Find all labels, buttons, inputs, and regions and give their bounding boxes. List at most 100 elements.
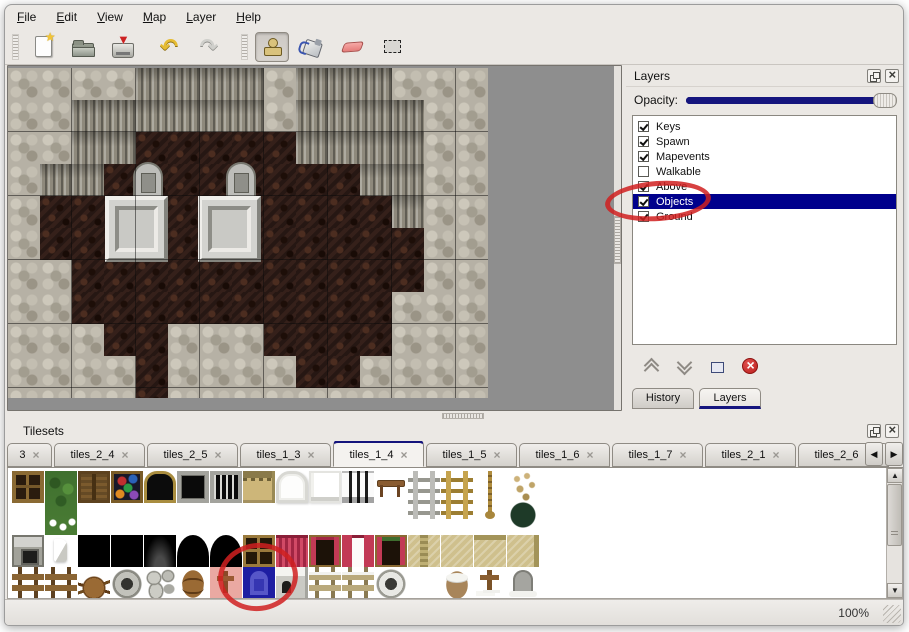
map-tile-floor[interactable]	[360, 260, 392, 292]
map-tile-rock[interactable]	[424, 356, 456, 388]
map-tile-cliff[interactable]	[168, 68, 200, 100]
opacity-slider[interactable]	[686, 92, 895, 108]
map-tile-floor[interactable]	[264, 164, 296, 196]
frame-white-tile[interactable]	[309, 471, 341, 503]
opacity-slider-handle[interactable]	[873, 93, 897, 108]
scroll-down-button[interactable]: ▼	[887, 583, 903, 598]
fence-snow-tile[interactable]	[309, 567, 341, 599]
map-tile-floor[interactable]	[104, 164, 136, 196]
map-tile-rock[interactable]	[40, 68, 72, 100]
map-tile-rock[interactable]	[456, 356, 488, 388]
scroll-tabs-right-button[interactable]: ▶	[885, 442, 903, 466]
map-tile-floor[interactable]	[168, 164, 200, 196]
layer-visibility-checkbox[interactable]	[638, 121, 649, 132]
wall-tan-ladder-tile[interactable]	[408, 535, 440, 567]
map-tile-floor[interactable]	[360, 324, 392, 356]
map-tile-rock[interactable]	[232, 388, 264, 398]
map-tile-rock[interactable]	[424, 100, 456, 132]
map-tile-floor[interactable]	[72, 292, 104, 324]
map-tile-cliff[interactable]	[104, 100, 136, 132]
window-stained-glass-tile[interactable]	[111, 471, 143, 503]
map-tile-rock[interactable]	[264, 68, 296, 100]
tileset-tab-tiles_2_4[interactable]: tiles_2_4×	[54, 443, 145, 467]
map-tile-floor[interactable]	[296, 292, 328, 324]
map-tile-cliff[interactable]	[392, 132, 424, 164]
panel-tab-history[interactable]: History	[632, 388, 694, 409]
map-tile-cliff[interactable]	[392, 196, 424, 228]
arch-black-2-tile[interactable]	[210, 535, 242, 567]
barrel-tile[interactable]	[177, 567, 209, 599]
fence-snow-2-tile[interactable]	[342, 567, 374, 599]
map-tile-cliff[interactable]	[40, 164, 72, 196]
toolbar-drag-handle[interactable]	[241, 34, 248, 60]
tombstone-selected-tile[interactable]	[243, 567, 275, 599]
map-tile-rock[interactable]	[8, 228, 40, 260]
map-tile-floor[interactable]	[168, 132, 200, 164]
map-horizontal-scrollbar[interactable]	[7, 413, 622, 419]
map-tile-floor[interactable]	[328, 292, 360, 324]
map-tile-cliff[interactable]	[232, 100, 264, 132]
map-tile-rock[interactable]	[392, 68, 424, 100]
map-tile-floor[interactable]	[232, 132, 264, 164]
map-tile-cliff[interactable]	[200, 100, 232, 132]
eraser-tool-button[interactable]	[335, 32, 369, 62]
layer-visibility-checkbox[interactable]	[638, 136, 649, 147]
map-tile-rock[interactable]	[424, 228, 456, 260]
grave-cross-pink-tile[interactable]	[210, 567, 242, 599]
map-tile-floor[interactable]	[328, 356, 360, 388]
fill-tool-button[interactable]	[295, 32, 329, 62]
map-tile-rock[interactable]	[8, 260, 40, 292]
close-panel-icon[interactable]	[885, 69, 899, 83]
map-tile-floor[interactable]	[232, 292, 264, 324]
black-square-tile[interactable]	[78, 535, 110, 567]
scroll-up-button[interactable]: ▲	[887, 468, 903, 483]
map-tile-rock[interactable]	[392, 388, 424, 398]
map-tile-rock[interactable]	[328, 388, 360, 398]
close-tab-icon[interactable]: ×	[33, 448, 40, 462]
map-tile-cliff[interactable]	[136, 100, 168, 132]
map-tile-cliff[interactable]	[328, 68, 360, 100]
map-tile-rock[interactable]	[392, 356, 424, 388]
map-tile-rock[interactable]	[8, 100, 40, 132]
map-tile-rock[interactable]	[392, 324, 424, 356]
map-tile-rock[interactable]	[456, 228, 488, 260]
map-tile-rock[interactable]	[456, 324, 488, 356]
float-panel-icon[interactable]	[867, 69, 881, 83]
window-small-dark-tile[interactable]	[177, 471, 209, 503]
map-tile-floor[interactable]	[200, 292, 232, 324]
layer-visibility-checkbox[interactable]	[638, 151, 649, 162]
map-tile-rock[interactable]	[424, 324, 456, 356]
map-tile-floor[interactable]	[360, 196, 392, 228]
map-tile-rock[interactable]	[264, 356, 296, 388]
map-tile-floor[interactable]	[360, 228, 392, 260]
undo-tool-button[interactable]	[152, 32, 186, 62]
map-tile-rock[interactable]	[40, 356, 72, 388]
layer-row-spawn[interactable]: Spawn	[633, 134, 896, 149]
map-tile-rock[interactable]	[424, 292, 456, 324]
map-tile-floor[interactable]	[296, 324, 328, 356]
map-tile-rock[interactable]	[72, 388, 104, 398]
map-tile-floor[interactable]	[104, 292, 136, 324]
map-tile-rock[interactable]	[168, 324, 200, 356]
map-tile-rock[interactable]	[424, 68, 456, 100]
ladder-gold-tile[interactable]	[441, 471, 473, 519]
curtain-red-tile[interactable]	[276, 535, 308, 567]
map-tile-floor[interactable]	[40, 196, 72, 228]
tileset-tab-tiles_2_1[interactable]: tiles_2_1×	[705, 443, 796, 467]
stamp-tool-button[interactable]	[255, 32, 289, 62]
map-tile-floor[interactable]	[168, 196, 200, 228]
layer-row-walkable[interactable]: Walkable	[633, 164, 896, 179]
map-tile-rock[interactable]	[456, 68, 488, 100]
map-tile-floor[interactable]	[168, 228, 200, 260]
window-shutters-tile[interactable]	[78, 471, 110, 503]
rock-pile-snow-tile[interactable]	[408, 567, 440, 599]
wall-tan-right-tile[interactable]	[507, 535, 539, 567]
map-tile-rock[interactable]	[200, 356, 232, 388]
map-tile-rock[interactable]	[168, 388, 200, 398]
layer-row-mapevents[interactable]: Mapevents	[633, 149, 896, 164]
palette-scrollbar-thumb[interactable]	[887, 484, 902, 546]
map-tile-cliff[interactable]	[296, 100, 328, 132]
toolbar-drag-handle[interactable]	[12, 34, 19, 60]
table-small-tile[interactable]	[375, 471, 407, 503]
duplicate-layer-button[interactable]	[706, 356, 728, 376]
